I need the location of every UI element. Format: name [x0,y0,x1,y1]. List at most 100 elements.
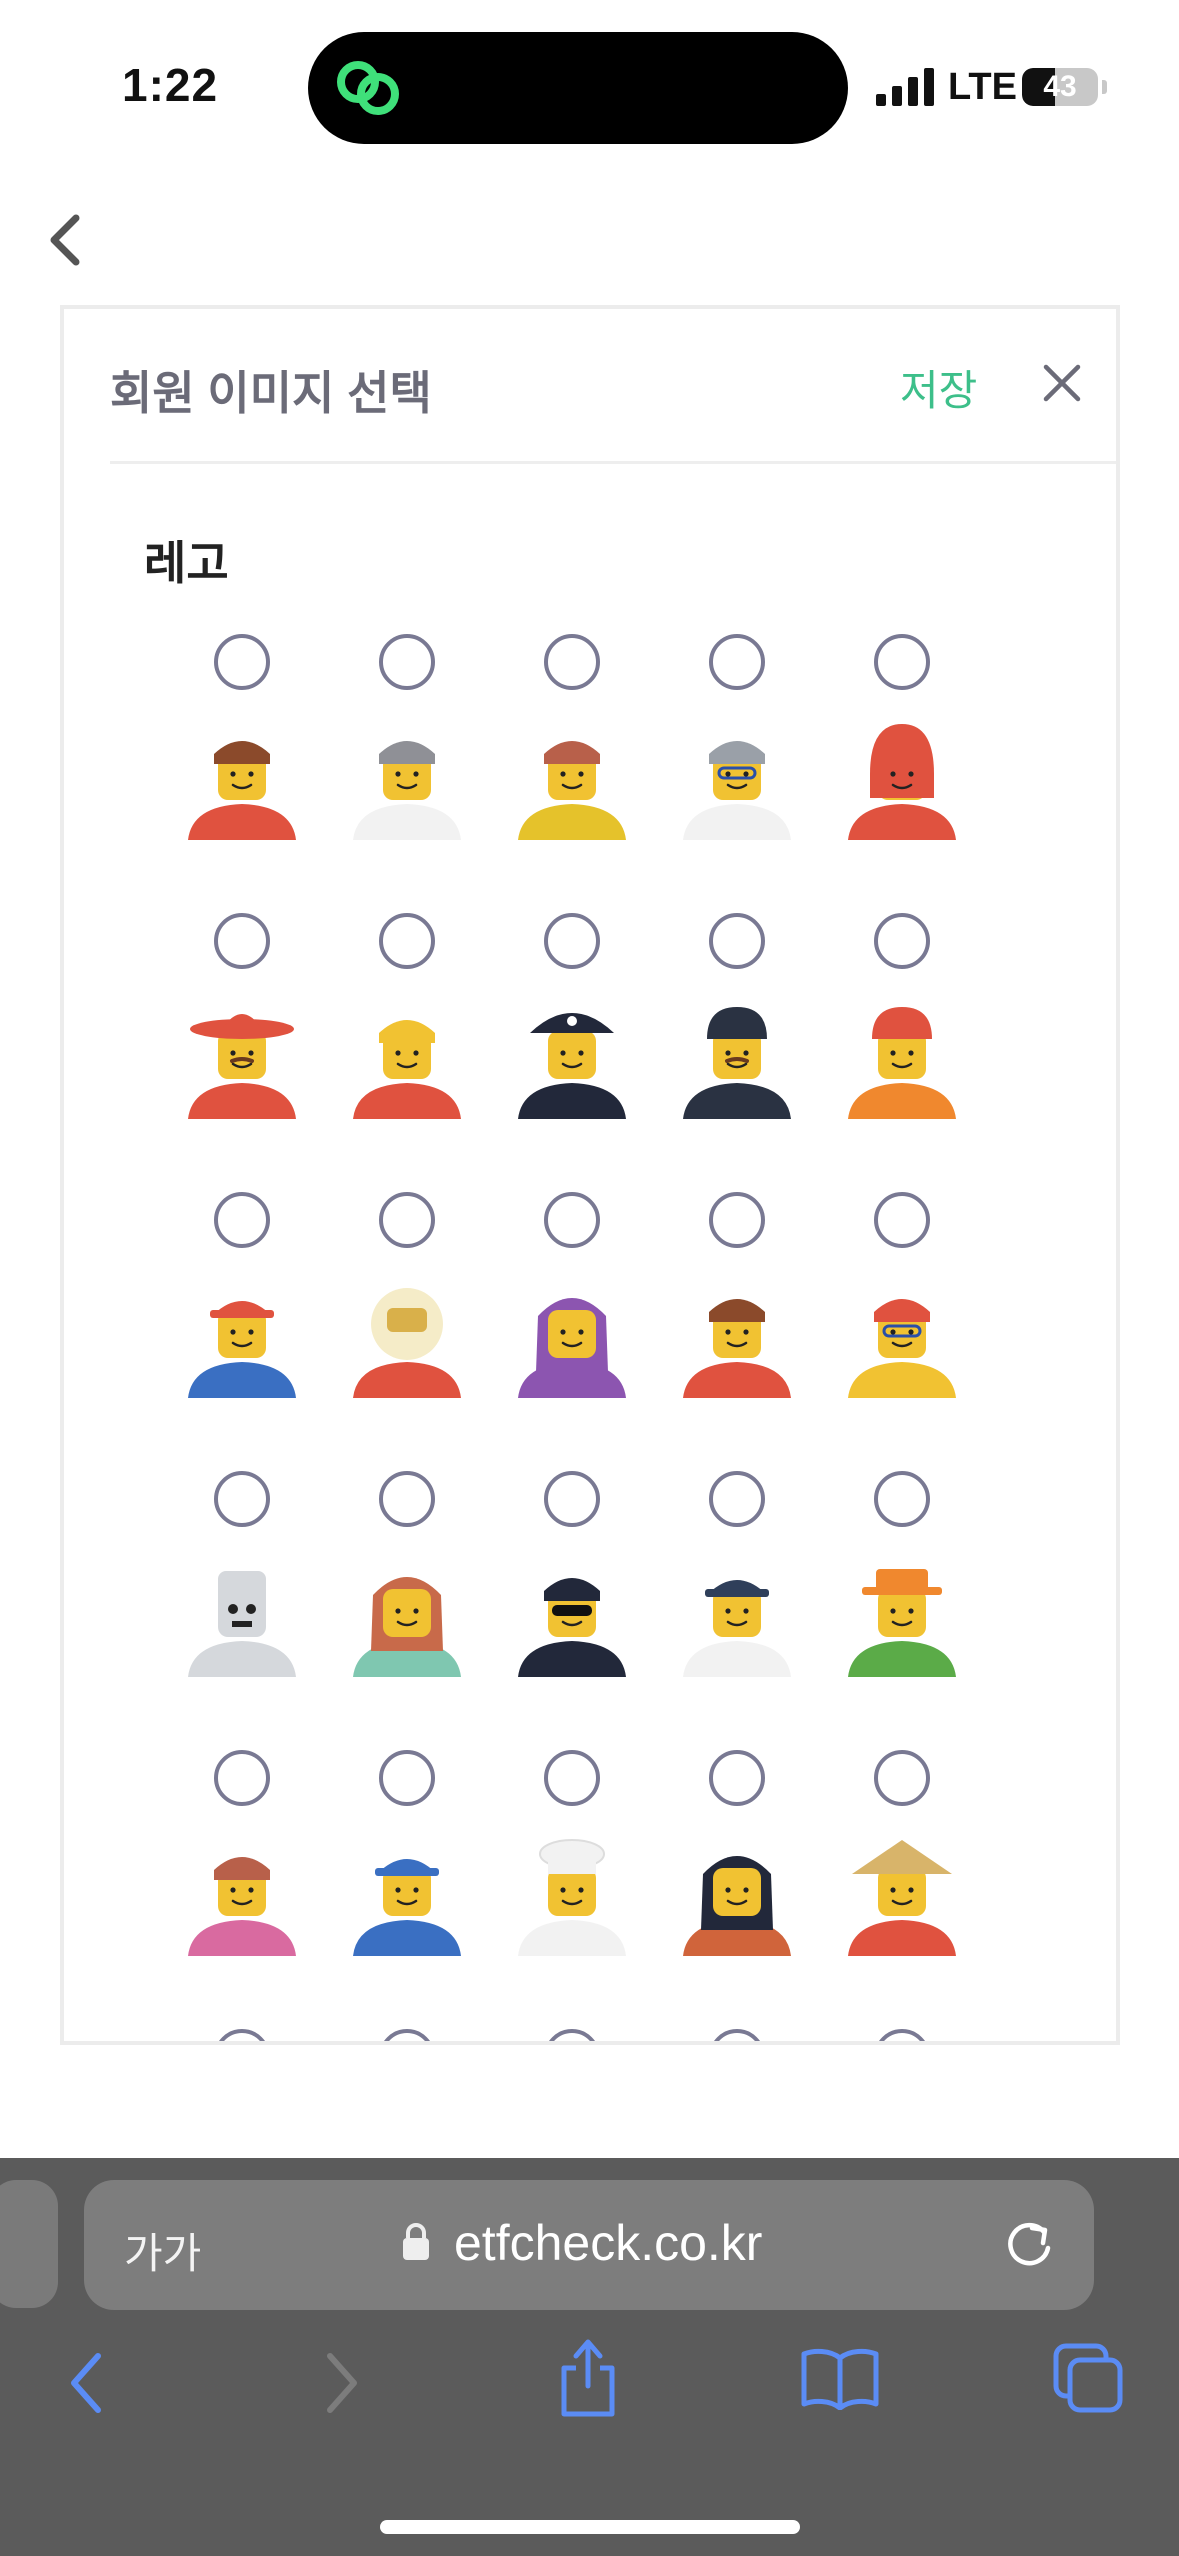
back-chevron-icon[interactable] [42,210,92,270]
reload-icon[interactable] [1004,2218,1056,2270]
avatar-option[interactable] [514,1471,679,1750]
avatar-option[interactable] [349,1192,514,1471]
avatar-option[interactable] [184,634,349,913]
avatar-option[interactable] [349,634,514,913]
avatar-radio[interactable] [709,1471,765,1527]
avatar-option[interactable] [844,634,1009,913]
previous-tab-edge[interactable] [0,2180,58,2308]
avatar-radio[interactable] [544,634,600,690]
lego-avatar-purple-hair[interactable] [514,1272,630,1398]
avatar-option[interactable] [679,1750,844,2029]
lego-avatar-red-hood[interactable] [844,714,960,840]
lego-avatar-skeleton[interactable] [184,1551,300,1677]
avatar-radio[interactable] [709,1750,765,1806]
avatar-radio[interactable] [874,1750,930,1806]
lego-avatar-beanie[interactable] [349,714,465,840]
avatar-radio[interactable] [544,1750,600,1806]
lego-avatar-sunglasses[interactable] [514,1551,630,1677]
lego-avatar-chef[interactable] [514,1830,630,1956]
lego-avatar-astronaut[interactable] [349,1272,465,1398]
lego-avatar-worker-cap[interactable] [349,1830,465,1956]
text-size-button[interactable]: 가가 [124,2220,201,2281]
lego-avatar-sombrero[interactable] [184,993,300,1119]
forward-icon[interactable] [322,2348,362,2418]
avatar-option-partial[interactable] [514,2029,679,2041]
avatar-option[interactable] [844,1471,1009,1750]
save-button[interactable]: 저장 [900,357,977,418]
lego-avatar-police[interactable] [679,993,795,1119]
avatar-option[interactable] [349,913,514,1192]
avatar-radio[interactable] [214,1750,270,1806]
avatar-radio[interactable] [214,1192,270,1248]
avatar-radio[interactable] [874,2029,930,2041]
avatar-radio[interactable] [379,634,435,690]
avatar-radio[interactable] [214,634,270,690]
avatar-option[interactable] [679,1471,844,1750]
lego-avatar-sporty[interactable] [679,1272,795,1398]
close-icon[interactable] [1042,363,1082,403]
avatar-option[interactable] [679,1192,844,1471]
avatar-option-partial[interactable] [184,2029,349,2041]
avatar-radio[interactable] [874,634,930,690]
avatar-option[interactable] [514,634,679,913]
back-icon[interactable] [66,2348,106,2418]
avatar-option[interactable] [844,913,1009,1192]
avatar-option[interactable] [184,913,349,1192]
avatar-radio[interactable] [709,1192,765,1248]
avatar-option[interactable] [514,1750,679,2029]
avatar-option[interactable] [679,913,844,1192]
lego-avatar-red-cap[interactable] [184,1272,300,1398]
battery-cap [1102,80,1107,94]
avatar-radio[interactable] [874,1192,930,1248]
avatar-radio[interactable] [379,1192,435,1248]
share-icon[interactable] [556,2336,620,2418]
lego-avatar-sailor[interactable] [679,1551,795,1677]
avatar-radio[interactable] [379,1750,435,1806]
status-time: 1:22 [122,59,219,111]
avatar-radio[interactable] [379,913,435,969]
avatar-option-partial[interactable] [844,2029,1009,2041]
avatar-option[interactable] [184,1471,349,1750]
avatar-option[interactable] [844,1192,1009,1471]
avatar-option[interactable] [184,1750,349,2029]
avatar-option[interactable] [184,1192,349,1471]
lego-avatar-pigtails[interactable] [514,714,630,840]
avatar-option[interactable] [514,1192,679,1471]
lego-avatar-builder[interactable] [844,993,960,1119]
avatar-radio[interactable] [709,2029,765,2041]
avatar-radio[interactable] [709,634,765,690]
avatar-radio[interactable] [544,1471,600,1527]
avatar-radio[interactable] [379,1471,435,1527]
avatar-radio[interactable] [214,2029,270,2041]
lego-avatar-doctor[interactable] [349,1551,465,1677]
address-bar[interactable]: 가가 etfcheck.co.kr [84,2180,1094,2310]
lego-avatar-brown-hair[interactable] [184,714,300,840]
avatar-option-partial[interactable] [349,2029,514,2041]
avatar-radio[interactable] [544,2029,600,2041]
avatar-option[interactable] [349,1750,514,2029]
lego-avatar-long-black[interactable] [679,1830,795,1956]
lego-avatar-pirate[interactable] [514,993,630,1119]
avatar-option[interactable] [514,913,679,1192]
bookmarks-icon[interactable] [800,2346,880,2410]
lego-avatar-swimmer[interactable] [844,1272,960,1398]
tabs-icon[interactable] [1052,2342,1124,2414]
lego-avatar-farmer[interactable] [844,1551,960,1677]
lego-avatar-scientist[interactable] [679,714,795,840]
lego-avatar-plain[interactable] [349,993,465,1119]
avatar-option[interactable] [844,1750,1009,2029]
avatar-radio[interactable] [544,913,600,969]
avatar-option[interactable] [349,1471,514,1750]
avatar-option[interactable] [679,634,844,913]
avatar-radio[interactable] [214,1471,270,1527]
avatar-radio[interactable] [214,913,270,969]
avatar-radio[interactable] [874,913,930,969]
avatar-radio[interactable] [709,913,765,969]
lego-avatar-sage[interactable] [844,1830,960,1956]
avatar-radio[interactable] [874,1471,930,1527]
avatar-radio[interactable] [544,1192,600,1248]
avatar-radio[interactable] [379,2029,435,2041]
url-text: etfcheck.co.kr [454,2215,763,2271]
lego-avatar-bun[interactable] [184,1830,300,1956]
avatar-option-partial[interactable] [679,2029,844,2041]
